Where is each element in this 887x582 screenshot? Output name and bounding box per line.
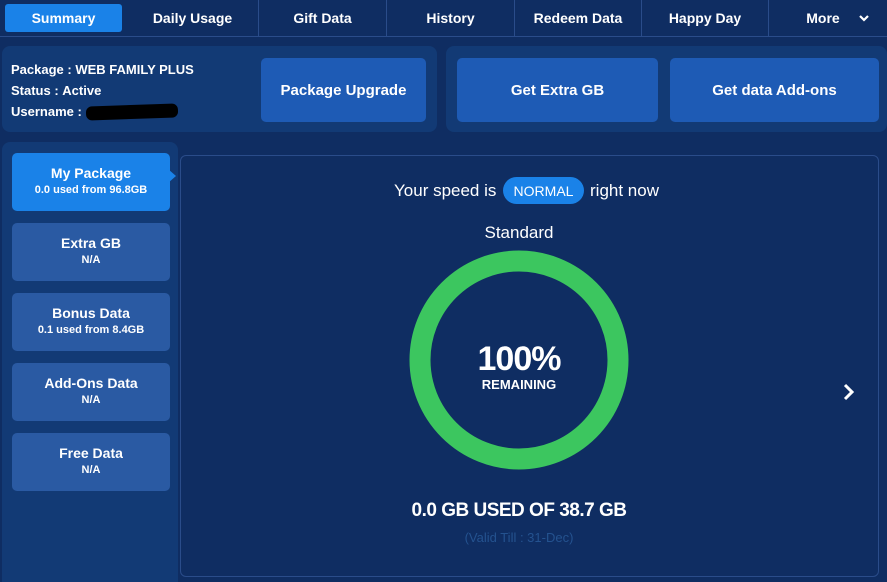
valid-till: (Valid Till : 31-Dec) [464, 530, 574, 545]
side-item-extra-gb[interactable]: Extra GB N/A [12, 223, 170, 281]
package-value: WEB FAMILY PLUS [75, 62, 194, 77]
tab-redeem-data[interactable]: Redeem Data [515, 0, 642, 36]
side-item-label: Bonus Data [52, 305, 130, 321]
status-label: Status : [11, 83, 59, 98]
side-item-sub: N/A [81, 394, 101, 406]
remaining-percent: 100% [477, 340, 562, 378]
package-row: Package : WEB FAMILY PLUS [11, 59, 194, 80]
package-label: Package : [11, 62, 72, 77]
side-item-sub: 0.1 used from 8.4GB [37, 324, 145, 336]
tab-more-label: More [806, 10, 840, 26]
side-item-addons-data[interactable]: Add-Ons Data N/A [12, 363, 170, 421]
tab-more[interactable]: More [769, 0, 887, 36]
side-item-label: Add-Ons Data [44, 375, 138, 391]
side-item-sub: N/A [81, 254, 101, 266]
top-nav: Summary Daily Usage Gift Data History Re… [0, 0, 887, 37]
side-menu: My Package 0.0 used from 96.8GB Extra GB… [2, 142, 178, 582]
username-label: Username : [11, 104, 82, 119]
remaining-label: REMAINING [481, 377, 557, 392]
speed-line: Your speed is NORMAL right now [0, 176, 887, 206]
side-item-bonus-data[interactable]: Bonus Data 0.1 used from 8.4GB [12, 293, 170, 351]
tab-history[interactable]: History [387, 0, 515, 36]
account-info-panel: Package : WEB FAMILY PLUS Status : Activ… [2, 46, 437, 132]
get-data-addons-button[interactable]: Get data Add-ons [670, 58, 879, 122]
username-redacted [85, 102, 179, 121]
plan-name: Standard [484, 223, 554, 242]
tab-daily-usage[interactable]: Daily Usage [127, 0, 259, 36]
get-extra-gb-button[interactable]: Get Extra GB [457, 58, 658, 122]
speed-prefix: Your speed is [394, 181, 497, 200]
tab-summary[interactable]: Summary [5, 4, 122, 32]
status-value: Active [62, 83, 102, 98]
chevron-right-icon[interactable] [839, 380, 859, 404]
side-item-label: Extra GB [61, 235, 121, 251]
package-upgrade-button[interactable]: Package Upgrade [261, 58, 426, 122]
tab-happy-day[interactable]: Happy Day [642, 0, 769, 36]
username-row: Username : [11, 101, 194, 122]
status-row: Status : Active [11, 80, 194, 101]
speed-status-badge: NORMAL [503, 177, 584, 204]
tab-gift-data[interactable]: Gift Data [259, 0, 387, 36]
side-item-label: Free Data [59, 445, 123, 461]
usage-summary: 0.0 GB USED OF 38.7 GB [411, 500, 627, 521]
side-item-free-data[interactable]: Free Data N/A [12, 433, 170, 491]
side-item-sub: N/A [81, 464, 101, 476]
actions-panel: Get Extra GB Get data Add-ons [446, 46, 887, 132]
chevron-down-icon [858, 15, 869, 22]
account-info: Package : WEB FAMILY PLUS Status : Activ… [11, 59, 194, 122]
speed-suffix: right now [590, 181, 659, 200]
